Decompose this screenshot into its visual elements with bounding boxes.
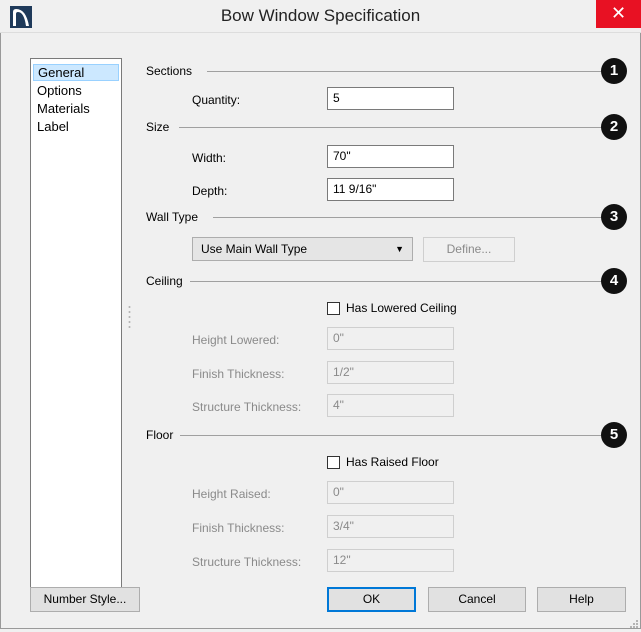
floor-finish-thickness-label: Finish Thickness: — [192, 521, 285, 535]
has-raised-floor-checkbox[interactable] — [327, 456, 340, 469]
wall-type-selected: Use Main Wall Type — [201, 242, 308, 256]
has-lowered-ceiling-label: Has Lowered Ceiling — [346, 301, 457, 315]
define-button[interactable]: Define... — [423, 237, 515, 262]
nav-item-options[interactable]: Options — [33, 82, 119, 99]
ceiling-separator — [190, 281, 602, 282]
close-icon: ✕ — [610, 3, 627, 23]
depth-label: Depth: — [192, 184, 228, 198]
callout-badge-2: 2 — [601, 114, 627, 140]
callout-badge-1: 1 — [601, 58, 627, 84]
floor-separator — [180, 435, 602, 436]
wall-type-select[interactable]: Use Main Wall Type ▼ — [192, 237, 413, 261]
splitter-grip[interactable] — [128, 305, 131, 329]
has-raised-floor-label: Has Raised Floor — [346, 455, 439, 469]
number-style-button[interactable]: Number Style... — [30, 587, 140, 612]
chevron-down-icon: ▼ — [395, 244, 404, 254]
sections-group-label: Sections — [146, 64, 193, 78]
close-button[interactable]: ✕ — [596, 0, 641, 28]
floor-structure-thickness-input[interactable]: 12" — [327, 549, 454, 572]
width-input[interactable]: 70" — [327, 145, 454, 168]
has-lowered-ceiling-checkbox[interactable] — [327, 302, 340, 315]
nav-item-materials[interactable]: Materials — [33, 100, 119, 117]
ceiling-structure-thickness-input[interactable]: 4" — [327, 394, 454, 417]
wall-type-group-label: Wall Type — [146, 210, 199, 224]
depth-input[interactable]: 11 9/16" — [327, 178, 454, 201]
size-group-label: Size — [146, 120, 170, 134]
category-list[interactable]: General Options Materials Label — [30, 58, 122, 599]
ceiling-finish-thickness-label: Finish Thickness: — [192, 367, 285, 381]
wall-type-separator — [213, 217, 602, 218]
height-lowered-input[interactable]: 0" — [327, 327, 454, 350]
height-lowered-label: Height Lowered: — [192, 333, 280, 347]
height-raised-label: Height Raised: — [192, 487, 271, 501]
resize-grip-icon[interactable] — [629, 618, 639, 628]
quantity-label: Quantity: — [192, 93, 241, 107]
height-raised-input[interactable]: 0" — [327, 481, 454, 504]
ceiling-finish-thickness-input[interactable]: 1/2" — [327, 361, 454, 384]
floor-group-label: Floor — [146, 428, 174, 442]
width-label: Width: — [192, 151, 227, 165]
nav-item-label[interactable]: Label — [33, 118, 119, 135]
quantity-input[interactable]: 5 — [327, 87, 454, 110]
callout-badge-4: 4 — [601, 268, 627, 294]
floor-structure-thickness-label: Structure Thickness: — [192, 555, 302, 569]
ok-button[interactable]: OK — [327, 587, 416, 612]
window-title: Bow Window Specification — [220, 6, 421, 25]
nav-item-general[interactable]: General — [33, 64, 119, 81]
cancel-button[interactable]: Cancel — [428, 587, 526, 612]
help-button[interactable]: Help — [537, 587, 626, 612]
callout-badge-3: 3 — [601, 204, 627, 230]
ceiling-structure-thickness-label: Structure Thickness: — [192, 400, 302, 414]
size-separator — [179, 127, 602, 128]
floor-finish-thickness-input[interactable]: 3/4" — [327, 515, 454, 538]
callout-badge-5: 5 — [601, 422, 627, 448]
sections-separator — [207, 71, 602, 72]
ceiling-group-label: Ceiling — [146, 274, 183, 288]
